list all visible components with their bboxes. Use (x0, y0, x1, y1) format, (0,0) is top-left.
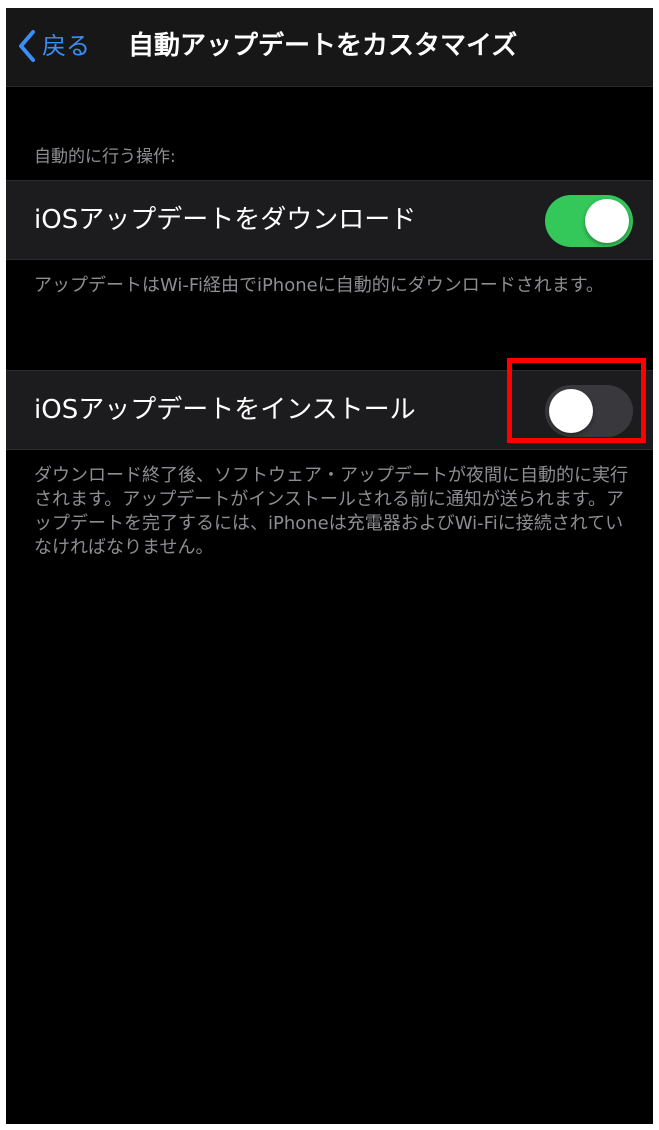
back-button-label: 戻る (42, 32, 90, 60)
toggle-knob (585, 199, 629, 243)
settings-screen: 戻る 自動アップデートをカスタマイズ 自動的に行う操作: iOSアップデートをダ… (6, 8, 653, 1124)
download-updates-toggle[interactable] (545, 195, 633, 247)
download-updates-label: iOSアップデートをダウンロード (34, 205, 417, 235)
highlight-annotation-box (507, 358, 646, 443)
back-button[interactable]: 戻る (16, 24, 90, 68)
install-updates-label: iOSアップデートをインストール (34, 395, 416, 425)
page-title: 自動アップデートをカスタマイズ (128, 31, 518, 61)
download-updates-description: アップデートはWi-Fi経由でiPhoneに自動的にダウンロードされます。 (34, 275, 604, 296)
install-updates-description: ダウンロード終了後、ソフトウェア・アップデートが夜間に自動的に実行されます。アッ… (34, 465, 628, 558)
download-updates-row: iOSアップデートをダウンロード (6, 180, 653, 260)
navigation-bar: 戻る 自動アップデートをカスタマイズ (6, 8, 653, 87)
section-header: 自動的に行う操作: (34, 147, 176, 167)
chevron-left-icon (19, 30, 35, 62)
